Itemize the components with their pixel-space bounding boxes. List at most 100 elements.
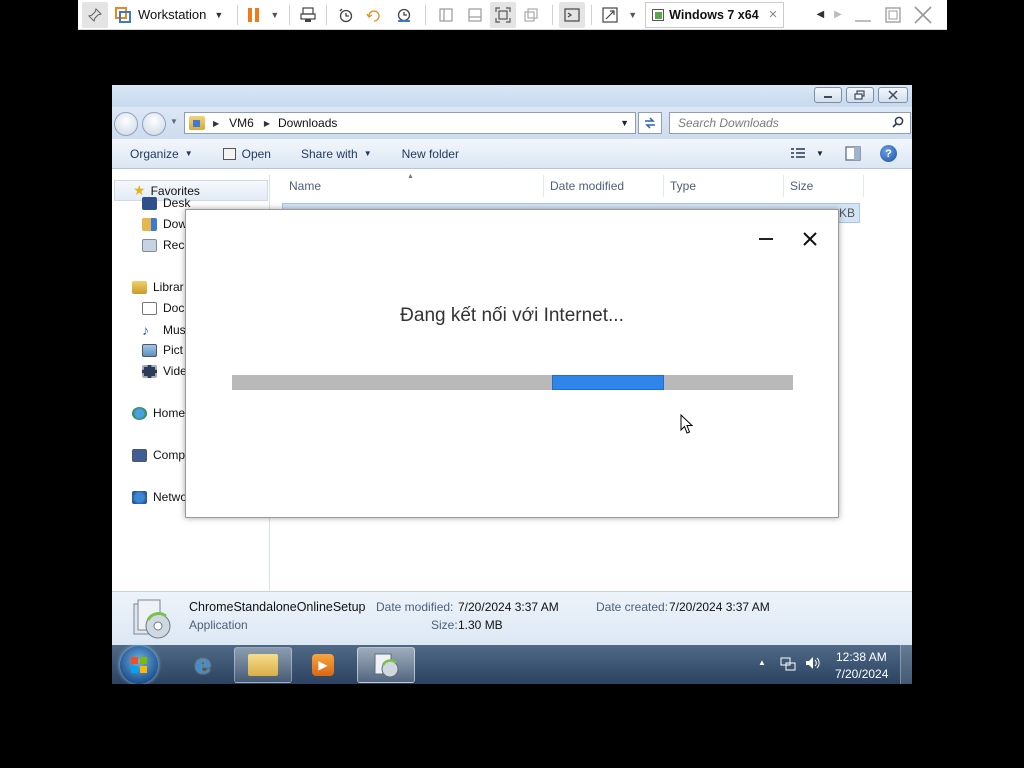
taskbar-windows-explorer[interactable] [234,647,292,683]
favorites-header[interactable]: ★ Favorites [114,180,268,201]
start-button[interactable] [120,646,158,684]
preview-pane-icon[interactable] [845,146,861,164]
thumbnail-bar-icon[interactable] [460,2,490,28]
nav-recent-places[interactable]: Rece [142,238,191,252]
folder-icon [248,654,278,676]
media-player-icon: ▶ [312,654,334,676]
file-size-cell: KB [838,206,855,220]
minimize-icon[interactable] [848,2,878,28]
chevron-down-icon[interactable]: ▼ [628,10,637,20]
show-hidden-icons-icon[interactable]: ▲ [758,658,766,667]
address-bar-row: ▼ ▶ VM6 ▶ Downloads ▼ Search Downloads [112,107,912,139]
column-size[interactable]: Size [790,179,813,193]
nav-desktop[interactable]: Desk [142,196,190,210]
divider [425,4,427,25]
minimize-button[interactable] [814,87,842,103]
vm-tab[interactable]: Windows 7 x64 × [645,1,785,28]
nav-network[interactable]: Netwo [132,490,187,504]
application-icon [130,598,174,640]
nav-videos[interactable]: Vide [142,364,187,378]
unity-icon[interactable] [516,2,546,28]
column-name[interactable]: Name [289,179,321,193]
search-placeholder: Search Downloads [678,116,779,130]
refresh-button[interactable] [638,112,662,134]
tab-scroll-left-icon[interactable]: ◀ [816,9,824,20]
breadcrumb-arrow-icon[interactable]: ▶ [264,119,270,128]
pin-icon[interactable] [82,1,108,28]
nav-downloads[interactable]: Dow [142,217,187,231]
address-box[interactable]: ▶ VM6 ▶ Downloads ▼ [184,112,636,134]
pause-icon[interactable] [244,2,264,28]
forward-button[interactable] [142,112,166,136]
mouse-cursor-icon [680,414,694,434]
console-view-icon[interactable] [559,1,586,28]
address-dropdown-icon[interactable]: ▼ [620,118,629,128]
back-button[interactable] [114,112,138,136]
snapshot-manager-icon[interactable] [389,2,419,28]
explorer-title-bar[interactable] [112,85,912,107]
taskbar-media-player[interactable]: ▶ [294,647,352,683]
nav-documents[interactable]: Doc [142,301,184,315]
search-input[interactable]: Search Downloads [669,112,911,134]
nav-music[interactable]: ♪ Mus [142,322,186,338]
breadcrumb-vm6[interactable]: VM6 [229,116,254,130]
nav-computer[interactable]: Comp [132,448,185,462]
details-size-label: Size: [431,618,458,632]
help-icon[interactable]: ? [880,145,897,162]
chevron-down-icon: ▼ [184,149,193,158]
network-tray-icon[interactable] [780,656,796,677]
chevron-down-icon[interactable]: ▼ [214,10,223,20]
stretch-guest-icon[interactable] [598,2,622,28]
show-library-icon[interactable] [432,2,460,28]
open-button[interactable]: Open [222,147,271,161]
show-desktop-button[interactable] [900,645,912,684]
nav-pictures[interactable]: Pict [142,343,183,357]
revert-snapshot-icon[interactable] [359,2,389,28]
recent-pages-chevron-icon[interactable]: ▼ [170,117,178,126]
restore-button[interactable] [846,87,874,103]
snapshot-icon[interactable] [333,2,359,28]
tab-scroll-right-icon[interactable]: ▶ [834,9,842,20]
breadcrumb-arrow-icon[interactable]: ▶ [213,119,219,128]
nav-homegroup[interactable]: Home [132,406,185,420]
vm-tab-label: Windows 7 x64 [669,7,759,22]
file-list-header: Name ▲ Date modified Type Size [271,173,912,197]
maximize-icon[interactable] [878,2,908,28]
clock-time[interactable]: 12:38 AM [836,650,887,664]
pictures-icon [142,343,157,357]
views-button[interactable]: ▼ [790,147,824,159]
minimize-icon[interactable] [759,238,773,240]
close-icon[interactable] [802,231,818,252]
full-screen-icon[interactable] [490,1,517,28]
new-folder-button[interactable]: New folder [402,147,459,161]
column-date-modified[interactable]: Date modified [550,179,624,193]
nav-libraries[interactable]: Librar [132,280,184,294]
close-icon[interactable] [908,2,938,28]
search-icon[interactable] [892,116,904,131]
details-date-created: 7/20/2024 3:37 AM [669,600,770,614]
share-with-label: Share with [300,146,358,161]
share-with-button[interactable]: Share with ▼ [301,147,372,161]
network-icon [132,490,147,504]
nav-videos-label: Vide [163,364,187,378]
column-type[interactable]: Type [670,179,696,193]
send-ctrl-alt-del-icon[interactable] [296,2,320,28]
taskbar: e ▶ ▲ 12:38 AM 7/20/2024 [112,645,912,684]
nav-music-label: Mus [163,323,186,337]
taskbar-internet-explorer[interactable]: e [174,647,232,683]
volume-icon[interactable] [804,655,820,676]
workstation-menu-label[interactable]: Workstation [138,7,206,22]
taskbar-setup-app[interactable] [357,647,415,683]
progress-bar [232,375,793,390]
close-button[interactable] [878,87,908,103]
breadcrumb-downloads[interactable]: Downloads [278,116,337,130]
chevron-down-icon[interactable]: ▼ [270,10,279,20]
divider [237,4,239,25]
column-divider [543,175,544,197]
nav-pictures-label: Pict [163,343,184,357]
close-icon[interactable]: × [769,6,778,23]
organize-button[interactable]: Organize ▼ [130,147,193,161]
details-type: Application [189,618,248,632]
column-divider [863,175,864,197]
clock-date[interactable]: 7/20/2024 [835,667,888,681]
